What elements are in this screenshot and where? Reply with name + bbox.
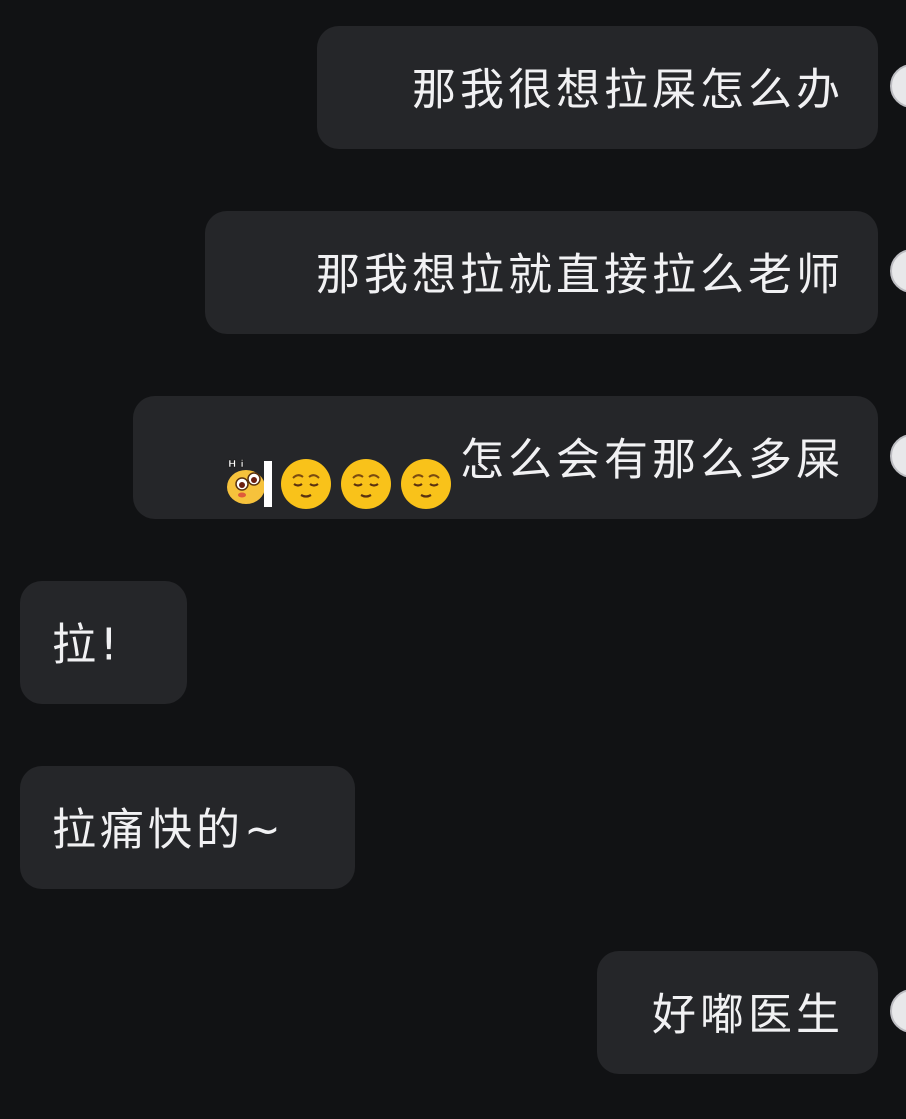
- message-row: 好嘟医生: [0, 951, 906, 1074]
- message-row: Hi 怎么会有那么多屎: [0, 396, 906, 519]
- relieved-face-icon: [400, 434, 452, 509]
- avatar[interactable]: [890, 249, 906, 293]
- chat-message-list: 那我很想拉屎怎么办 那我想拉就直接拉么老师 Hi 怎么会有那么多屎 拉! 拉痛快…: [0, 0, 906, 1119]
- message-text: 好嘟医生: [652, 989, 844, 1041]
- message-text: 拉痛快的~: [52, 804, 285, 856]
- sticker-label: Hi: [228, 459, 248, 470]
- incoming-message-bubble[interactable]: 拉!: [20, 581, 187, 704]
- outgoing-message-bubble[interactable]: Hi 怎么会有那么多屎: [133, 396, 878, 519]
- relieved-face-icon: [340, 434, 392, 509]
- outgoing-message-bubble[interactable]: 好嘟医生: [597, 951, 878, 1074]
- outgoing-message-bubble[interactable]: 那我很想拉屎怎么办: [317, 26, 878, 149]
- message-text: 那我很想拉屎怎么办: [412, 64, 844, 116]
- emoji-group: Hi: [224, 399, 460, 520]
- message-row: 拉!: [0, 581, 906, 704]
- outgoing-message-bubble[interactable]: 那我想拉就直接拉么老师: [205, 211, 878, 334]
- message-text: 怎么会有那么多屎: [460, 434, 844, 486]
- avatar[interactable]: [890, 989, 906, 1033]
- message-row: 那我很想拉屎怎么办: [0, 26, 906, 149]
- avatar[interactable]: [890, 64, 906, 108]
- relieved-face-icon: [280, 434, 332, 509]
- message-text: 拉!: [52, 619, 122, 671]
- message-row: 那我想拉就直接拉么老师: [0, 211, 906, 334]
- hi-peek-sticker-icon: Hi: [224, 433, 276, 507]
- incoming-message-bubble[interactable]: 拉痛快的~: [20, 766, 355, 889]
- avatar[interactable]: [890, 434, 906, 478]
- message-row: 拉痛快的~: [0, 766, 906, 889]
- message-text: 那我想拉就直接拉么老师: [316, 249, 844, 301]
